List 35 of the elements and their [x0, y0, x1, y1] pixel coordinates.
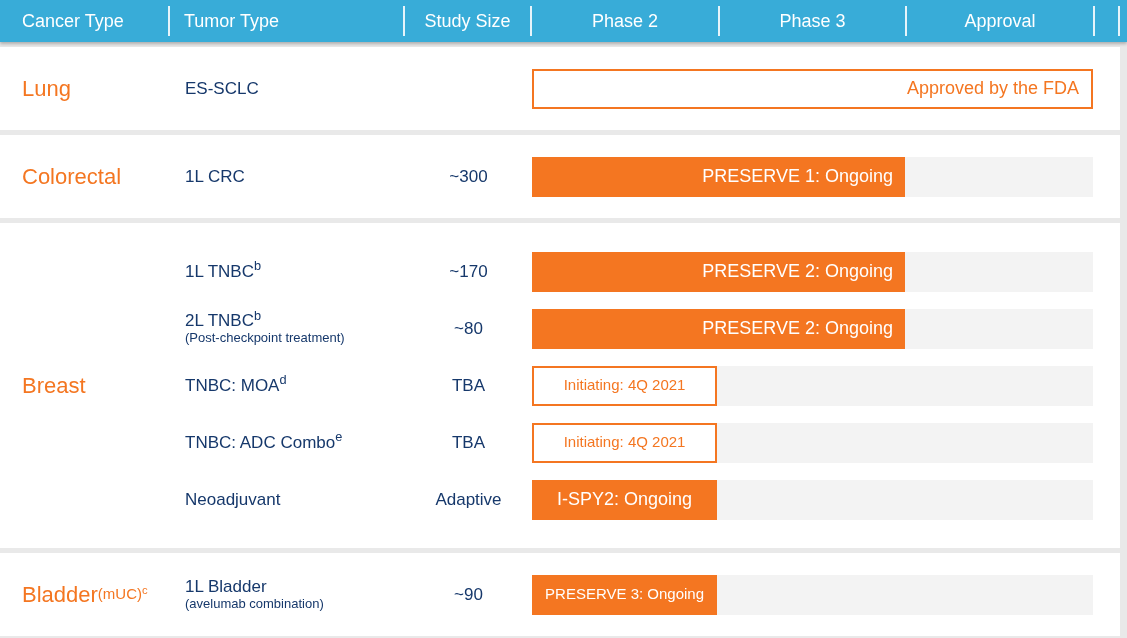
- phase-bar: PRESERVE 1: Ongoing: [532, 156, 906, 197]
- column-header: Phase 2: [532, 6, 720, 36]
- phase-bar: PRESERVE 3: Ongoing: [532, 574, 718, 615]
- phase-bar: Initiating: 4Q 2021: [532, 365, 718, 406]
- study-size: Adaptive: [435, 488, 502, 511]
- tumor-type: Neoadjuvant: [185, 489, 282, 510]
- study-size: ~80: [454, 317, 483, 340]
- study-size: TBA: [451, 431, 486, 454]
- cancer-type: Lung: [21, 75, 72, 103]
- tumor-type: TNBC: ADC Combo$^{e}$: [185, 432, 344, 453]
- column-header: Tumor Type: [170, 6, 405, 36]
- column-header: Cancer Type: [0, 6, 170, 36]
- phase-bar: Approved by the FDA: [532, 68, 1093, 109]
- phase-bar: PRESERVE 2: Ongoing: [532, 308, 906, 349]
- column-header: Study Size: [405, 6, 532, 36]
- cancer-type: Colorectal: [21, 163, 123, 191]
- tumor-note: (avelumab combination): [185, 596, 325, 612]
- tumor-note: (Post-checkpoint treatment): [185, 330, 346, 346]
- tumor-type: 1L TNBC$^{b}$: [185, 261, 263, 282]
- study-size: TBA: [451, 374, 486, 397]
- tumor-type: 1L CRC: [185, 166, 246, 187]
- tumor-type: 1L Bladder: [185, 577, 268, 597]
- tumor-type: 2L TNBC$^{b}$: [185, 311, 263, 331]
- cancer-type: Breast: [21, 372, 87, 400]
- column-header: Approval: [907, 6, 1095, 36]
- cancer-type: Bladder(mUC)$^{c}$: [21, 581, 149, 609]
- tumor-type: ES-SCLC: [185, 78, 260, 99]
- study-size: ~300: [449, 165, 488, 188]
- phase-bar: I-SPY2: Ongoing: [532, 479, 718, 520]
- study-size: ~170: [449, 260, 488, 283]
- tumor-type: TNBC: MOA$^{d}$: [185, 375, 288, 396]
- phase-bar: Initiating: 4Q 2021: [532, 422, 718, 463]
- column-header: Phase 3: [720, 6, 907, 36]
- phase-bar: PRESERVE 2: Ongoing: [532, 251, 906, 292]
- study-size: ~90: [454, 583, 483, 606]
